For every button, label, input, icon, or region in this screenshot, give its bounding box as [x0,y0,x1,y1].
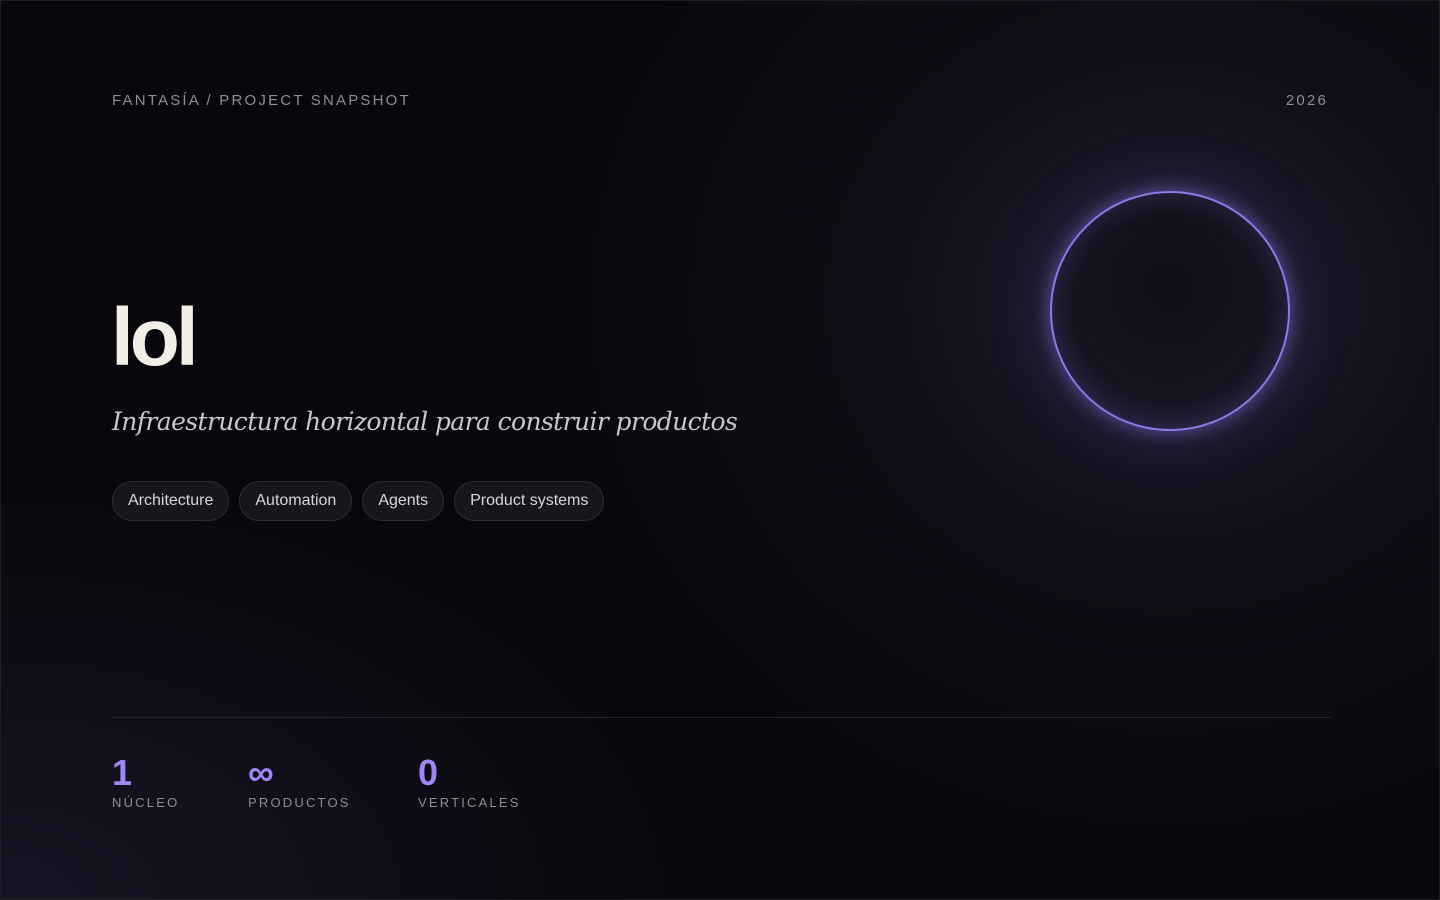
stat-label: NÚCLEO [112,795,180,810]
stat-label: VERTICALES [418,795,521,810]
glowing-ring [1050,191,1290,431]
page-title: lol [111,292,199,383]
stat-label: PRODUCTOS [248,795,351,810]
breadcrumb: FANTASÍA / PROJECT SNAPSHOT [112,92,411,109]
ring-circle [1050,191,1290,431]
stat-productos: ∞ PRODUCTOS [248,752,351,811]
tag-agents: Agents [362,481,445,521]
stat-value: ∞ [248,752,274,793]
tag-architecture: Architecture [112,481,230,521]
stat-nucleo: 1 NÚCLEO [112,752,180,811]
stat-verticales: 0 VERTICALES [418,752,521,811]
page-subtitle: Infraestructura horizontal para construi… [112,407,738,436]
tag-list: Architecture Automation Agents Product s… [112,481,605,521]
year-label: 2026 [1285,92,1328,109]
tag-product-systems: Product systems [454,481,605,521]
project-snapshot-page: FANTASÍA / PROJECT SNAPSHOT 2026 lol Inf… [0,0,1440,900]
divider [112,717,1330,718]
stat-value: 0 [418,752,439,793]
tag-automation: Automation [239,481,353,521]
stat-value: 1 [112,752,133,793]
